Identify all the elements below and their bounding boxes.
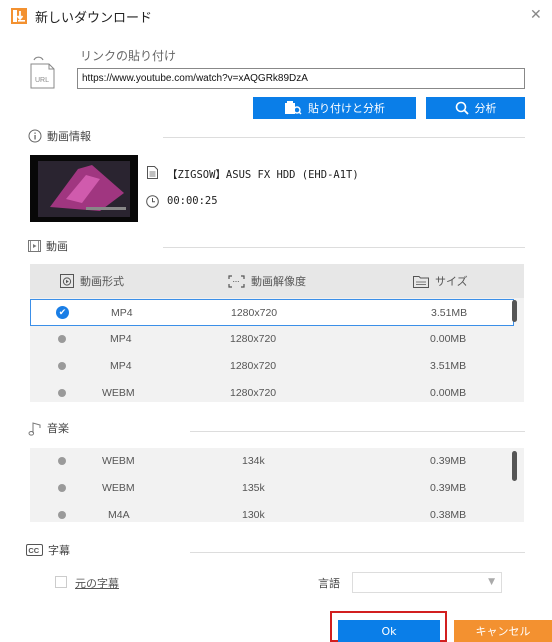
clipboard-icon bbox=[285, 101, 302, 115]
music-section-heading: 音楽 bbox=[47, 422, 69, 435]
video-section-header: 動画 bbox=[28, 238, 68, 254]
radio-dot-icon bbox=[58, 389, 66, 397]
row-size: 0.38MB bbox=[430, 509, 467, 521]
video-table: ✔ MP4 1280x720 3.51MB MP4 1280x720 0.00M… bbox=[30, 298, 524, 402]
row-resolution: 1280x720 bbox=[231, 307, 278, 319]
chevron-down-icon: ▼ bbox=[488, 577, 495, 587]
row-format: WEBM bbox=[102, 387, 135, 399]
row-bitrate: 130k bbox=[242, 509, 265, 521]
radio-dot-icon bbox=[58, 362, 66, 370]
svg-text:URL: URL bbox=[35, 77, 49, 84]
music-note-icon bbox=[28, 421, 41, 436]
video-thumbnail bbox=[30, 155, 138, 222]
music-row[interactable]: WEBM 134k 0.39MB bbox=[30, 448, 514, 475]
column-size-label: サイズ bbox=[435, 275, 468, 288]
app-logo-icon bbox=[11, 8, 27, 24]
window-title: 新しいダウンロード bbox=[35, 11, 153, 26]
language-label: 言語 bbox=[318, 577, 340, 590]
original-subtitle-checkbox[interactable] bbox=[55, 576, 67, 588]
row-size: 3.51MB bbox=[431, 307, 468, 319]
video-row[interactable]: WEBM 1280x720 0.00MB bbox=[30, 380, 514, 402]
video-table-header: 動画形式 動画解像度 サイズ bbox=[30, 264, 524, 298]
column-resolution-label: 動画解像度 bbox=[251, 275, 306, 288]
url-link-icon: URL bbox=[30, 56, 55, 89]
radio-dot-icon bbox=[58, 457, 66, 465]
music-row[interactable]: WEBM 135k 0.39MB bbox=[30, 475, 514, 502]
row-format: M4A bbox=[108, 509, 130, 521]
paste-and-analyze-button[interactable]: 貼り付けと分析 bbox=[253, 97, 416, 119]
cancel-button[interactable]: キャンセル bbox=[454, 620, 552, 642]
column-format: 動画形式 bbox=[60, 273, 124, 289]
document-icon bbox=[147, 166, 158, 179]
folder-icon bbox=[413, 275, 429, 288]
row-size: 0.00MB bbox=[430, 387, 467, 399]
row-resolution: 1280x720 bbox=[230, 387, 277, 399]
radio-dot-icon bbox=[58, 511, 66, 519]
selected-check-icon: ✔ bbox=[56, 306, 69, 319]
analyze-label: 分析 bbox=[474, 102, 497, 115]
row-resolution: 1280x720 bbox=[230, 333, 277, 345]
analyze-button[interactable]: 分析 bbox=[426, 97, 525, 119]
music-row[interactable]: M4A 130k 0.38MB bbox=[30, 502, 514, 522]
row-bitrate: 134k bbox=[242, 455, 265, 467]
column-size: サイズ bbox=[413, 273, 468, 289]
subtitle-section-header: CC 字幕 bbox=[26, 542, 70, 558]
svg-text:CC: CC bbox=[28, 546, 39, 555]
format-icon bbox=[60, 274, 74, 288]
divider bbox=[190, 552, 525, 553]
row-resolution: 1280x720 bbox=[230, 360, 277, 372]
url-section-heading: リンクの貼り付け bbox=[80, 49, 177, 63]
video-title: 【ZIGSOW】ASUS FX HDD (EHD-A1T) bbox=[167, 169, 359, 181]
original-subtitle-label[interactable]: 元の字幕 bbox=[75, 575, 119, 591]
music-section-header: 音楽 bbox=[28, 420, 69, 436]
search-icon bbox=[455, 101, 469, 115]
divider bbox=[163, 137, 525, 138]
video-row[interactable]: MP4 1280x720 0.00MB bbox=[30, 326, 514, 353]
divider bbox=[190, 431, 525, 432]
row-format: MP4 bbox=[111, 307, 133, 319]
language-select[interactable]: ▼ bbox=[352, 572, 502, 593]
radio-dot-icon bbox=[58, 484, 66, 492]
paste-and-analyze-label: 貼り付けと分析 bbox=[308, 102, 385, 115]
row-format: MP4 bbox=[110, 360, 132, 372]
info-icon bbox=[28, 129, 42, 143]
url-input[interactable] bbox=[77, 68, 525, 89]
cc-icon: CC bbox=[26, 544, 43, 556]
row-format: WEBM bbox=[102, 455, 135, 467]
row-bitrate: 135k bbox=[242, 482, 265, 494]
row-size: 0.39MB bbox=[430, 455, 467, 467]
ok-button[interactable]: Ok bbox=[338, 620, 440, 642]
row-size: 3.51MB bbox=[430, 360, 467, 372]
column-format-label: 動画形式 bbox=[80, 275, 124, 288]
subtitle-section-heading: 字幕 bbox=[48, 544, 70, 557]
row-format: WEBM bbox=[102, 482, 135, 494]
clock-icon bbox=[146, 195, 159, 208]
divider bbox=[163, 247, 525, 248]
video-section-heading: 動画 bbox=[46, 240, 68, 253]
music-table-scrollbar[interactable] bbox=[512, 451, 517, 481]
row-format: MP4 bbox=[110, 333, 132, 345]
video-duration: 00:00:25 bbox=[167, 195, 218, 207]
row-size: 0.00MB bbox=[430, 333, 467, 345]
video-info-header: 動画情報 bbox=[28, 128, 91, 144]
video-row[interactable]: MP4 1280x720 3.51MB bbox=[30, 353, 514, 380]
video-info-heading: 動画情報 bbox=[47, 130, 91, 143]
close-icon[interactable]: ✕ bbox=[530, 7, 542, 23]
resize-icon bbox=[228, 274, 245, 288]
column-resolution: 動画解像度 bbox=[228, 273, 306, 289]
video-table-scrollbar[interactable] bbox=[512, 300, 517, 322]
music-table: WEBM 134k 0.39MB WEBM 135k 0.39MB M4A 13… bbox=[30, 448, 524, 522]
radio-dot-icon bbox=[58, 335, 66, 343]
film-icon bbox=[28, 240, 41, 252]
row-size: 0.39MB bbox=[430, 482, 467, 494]
video-row[interactable]: ✔ MP4 1280x720 3.51MB bbox=[30, 299, 514, 326]
